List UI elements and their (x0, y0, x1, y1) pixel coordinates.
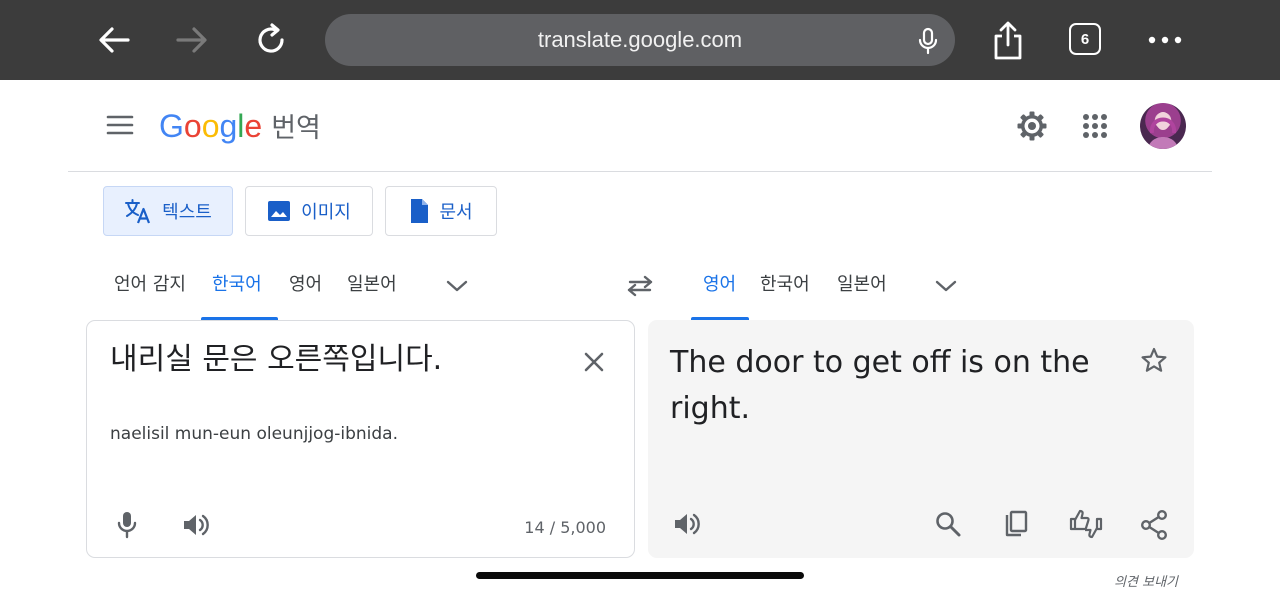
document-icon (409, 198, 429, 224)
source-lang-english[interactable]: 영어 (289, 270, 322, 300)
address-bar[interactable]: translate.google.com (325, 14, 955, 66)
mode-image-label: 이미지 (301, 202, 351, 223)
logo-letter: o (183, 108, 202, 144)
translate-icon (124, 198, 152, 224)
microphone-icon[interactable] (913, 26, 943, 56)
target-lang-english[interactable]: 영어 (703, 270, 736, 300)
settings-gear-icon[interactable] (1012, 106, 1052, 146)
mode-text-button[interactable]: 텍스트 (103, 186, 233, 236)
target-lang-japanese[interactable]: 일본어 (837, 270, 887, 300)
header-divider (68, 171, 1212, 172)
tabs-icon[interactable]: 6 (1069, 23, 1101, 55)
target-lang-more-chevron-down-icon[interactable] (931, 271, 961, 301)
account-avatar[interactable] (1140, 103, 1186, 149)
url-text: translate.google.com (537, 27, 743, 52)
image-icon (267, 200, 291, 222)
mode-text-label: 텍스트 (162, 202, 212, 223)
rate-translation-thumbs-icon[interactable] (1067, 506, 1105, 542)
share-icon[interactable] (988, 18, 1028, 62)
google-logo: Google (159, 108, 262, 145)
save-star-icon[interactable] (1138, 344, 1170, 376)
source-romanization: naelisil mun-eun oleunjjog-ibnida. (110, 424, 398, 444)
mode-document-label: 문서 (439, 202, 473, 223)
apps-grid-icon[interactable] (1075, 106, 1115, 146)
send-feedback-link[interactable]: 의견 보내기 (1114, 571, 1178, 590)
product-name: 번역 (271, 113, 321, 144)
logo-letter: g (219, 108, 238, 144)
logo-letter: l (237, 108, 245, 144)
translation-output-text: The door to get off is on the right. (670, 345, 1090, 426)
menu-icon[interactable] (104, 111, 136, 139)
forward-arrow-icon[interactable] (172, 20, 212, 60)
source-lang-detect[interactable]: 언어 감지 (114, 270, 186, 300)
logo-letter: e (244, 108, 263, 144)
source-listen-speaker-icon[interactable] (179, 509, 213, 541)
source-lang-more-chevron-down-icon[interactable] (442, 271, 472, 301)
mode-image-button[interactable]: 이미지 (245, 186, 373, 236)
browser-toolbar: translate.google.com 6 (0, 0, 1280, 80)
copy-icon[interactable] (1000, 508, 1032, 540)
mode-document-button[interactable]: 문서 (385, 186, 497, 236)
logo-letter: o (201, 108, 220, 144)
swap-languages-icon[interactable] (622, 268, 658, 304)
share-translation-icon[interactable] (1137, 508, 1171, 542)
search-icon[interactable] (932, 508, 964, 540)
home-indicator (476, 572, 804, 579)
source-lang-korean[interactable]: 한국어 (212, 270, 262, 300)
source-text-panel[interactable]: 내리실 문은 오른쪽입니다. naelisil mun-eun oleunjjo… (86, 320, 635, 558)
voice-input-microphone-icon[interactable] (111, 509, 143, 541)
google-translate-logo[interactable]: Google 번역 (159, 106, 321, 146)
more-icon[interactable] (1145, 26, 1185, 54)
reload-icon[interactable] (251, 20, 291, 60)
target-lang-korean[interactable]: 한국어 (760, 270, 810, 300)
character-counter: 14 / 5,000 (524, 518, 606, 537)
target-listen-speaker-icon[interactable] (670, 508, 704, 540)
logo-letter: G (159, 108, 184, 144)
translation-output-panel: The door to get off is on the right. (648, 320, 1194, 558)
source-text-input[interactable]: 내리실 문은 오른쪽입니다. (110, 341, 560, 379)
back-arrow-icon[interactable] (94, 20, 134, 60)
source-lang-japanese[interactable]: 일본어 (347, 270, 397, 300)
clear-close-icon[interactable] (579, 347, 609, 377)
